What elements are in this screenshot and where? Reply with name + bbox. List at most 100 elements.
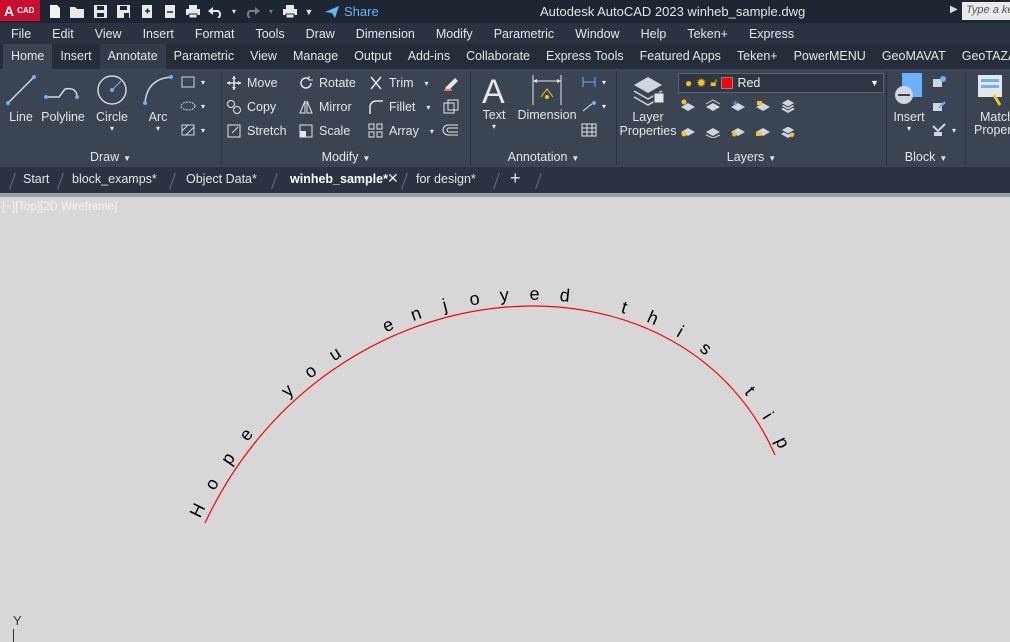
chevron-down-icon[interactable]: ▾: [426, 103, 430, 112]
fillet-button[interactable]: Fillet ▾: [368, 99, 430, 115]
match-properties-button[interactable]: Match Properties: [974, 71, 1010, 137]
open-folder-icon[interactable]: [69, 4, 86, 19]
menu-dimension[interactable]: Dimension: [356, 27, 415, 41]
polyline-tool-button[interactable]: Polyline: [40, 73, 86, 124]
annotation-panel-title[interactable]: Annotation ▼: [471, 150, 616, 164]
menu-window[interactable]: Window: [575, 27, 619, 41]
block-panel-title[interactable]: Block ▼: [887, 150, 965, 164]
chevron-down-icon[interactable]: ▾: [602, 78, 606, 87]
move-button[interactable]: Move: [226, 75, 278, 91]
menu-file[interactable]: File: [11, 27, 31, 41]
menu-view[interactable]: View: [95, 27, 122, 41]
circle-tool-button[interactable]: Circle ▾: [93, 73, 131, 133]
doc-tab-winheb-sample[interactable]: winheb_sample*: [290, 172, 388, 186]
trim-button[interactable]: Trim ▾: [368, 75, 429, 91]
dimension-tool-button[interactable]: Dimension: [515, 71, 579, 122]
copy-button[interactable]: Copy: [226, 99, 276, 115]
block-attributes-button[interactable]: ▾: [931, 123, 956, 137]
explode-button[interactable]: [442, 99, 460, 115]
chevron-down-icon[interactable]: ▾: [201, 78, 205, 87]
chevron-down-icon[interactable]: ▾: [479, 122, 509, 131]
doc-tab-object-data[interactable]: Object Data*: [186, 172, 257, 186]
save-as-icon[interactable]: [115, 4, 132, 19]
new-file-icon[interactable]: [46, 4, 63, 19]
scale-button[interactable]: Scale: [298, 123, 350, 139]
chevron-down-icon[interactable]: ▾: [952, 126, 956, 135]
ribbon-tab-geotaza[interactable]: GeoTAZA: [954, 44, 1010, 69]
save-icon[interactable]: [92, 4, 109, 19]
mirror-button[interactable]: Mirror: [298, 99, 352, 115]
chevron-down-icon[interactable]: ▾: [201, 126, 205, 135]
modify-panel-title[interactable]: Modify ▼: [222, 150, 470, 164]
undo-dropdown-icon[interactable]: ▾: [230, 4, 238, 19]
open-from-web-icon[interactable]: [138, 4, 155, 19]
menu-draw[interactable]: Draw: [306, 27, 335, 41]
erase-button[interactable]: [442, 75, 460, 91]
ribbon-tab-add-ins[interactable]: Add-ins: [400, 44, 458, 69]
doc-tab-start[interactable]: Start: [23, 172, 49, 186]
menu-format[interactable]: Format: [195, 27, 235, 41]
ribbon-tab-output[interactable]: Output: [346, 44, 400, 69]
menu-parametric[interactable]: Parametric: [494, 27, 554, 41]
arc-tool-button[interactable]: Arc ▾: [140, 73, 176, 133]
text-tool-button[interactable]: A Text ▾: [479, 71, 509, 131]
layers-panel-title[interactable]: Layers ▼: [617, 150, 886, 164]
edit-block-button[interactable]: [931, 99, 947, 113]
application-menu-button[interactable]: A CAD: [0, 0, 40, 21]
doc-tab-block-examps[interactable]: block_examps*: [72, 172, 157, 186]
chevron-down-icon[interactable]: ▾: [425, 79, 429, 88]
ribbon-tab-express-tools[interactable]: Express Tools: [538, 44, 632, 69]
new-tab-plus-icon[interactable]: +: [510, 168, 521, 189]
rectangle-tool-button[interactable]: ▾: [180, 75, 205, 89]
redo-dropdown-icon[interactable]: ▾: [267, 4, 275, 19]
menu-edit[interactable]: Edit: [52, 27, 74, 41]
save-to-web-icon[interactable]: [161, 4, 178, 19]
chevron-down-icon[interactable]: ▾: [602, 102, 606, 111]
undo-icon[interactable]: [207, 4, 224, 19]
rotate-button[interactable]: Rotate: [298, 75, 356, 91]
menu-help[interactable]: Help: [641, 27, 667, 41]
draw-panel-title[interactable]: Draw ▼: [0, 150, 221, 164]
table-button[interactable]: [581, 123, 597, 137]
plot-quick-icon[interactable]: [281, 4, 298, 19]
share-button[interactable]: Share: [324, 4, 379, 19]
arc-text-drawing[interactable]: Hopeyoue n j o y e dt histip: [0, 197, 1010, 642]
chevron-down-icon[interactable]: ▾: [140, 124, 176, 133]
search-input[interactable]: Type a keyword or phrase: [962, 2, 1010, 20]
ribbon-tab-geomavat[interactable]: GeoMAVAT: [874, 44, 954, 69]
chevron-down-icon[interactable]: ▾: [430, 127, 434, 136]
menu-insert[interactable]: Insert: [143, 27, 174, 41]
create-block-button[interactable]: [931, 75, 947, 89]
ribbon-tab-featured-apps[interactable]: Featured Apps: [632, 44, 729, 69]
menu-modify[interactable]: Modify: [436, 27, 473, 41]
chevron-down-icon[interactable]: ▾: [93, 124, 131, 133]
doc-tab-for-design[interactable]: for design*: [416, 172, 476, 186]
arc-curve[interactable]: [204, 305, 776, 524]
menu-teken-[interactable]: Teken+: [687, 27, 728, 41]
ribbon-tab-home[interactable]: Home: [3, 44, 53, 69]
line-tool-button[interactable]: Line: [4, 73, 38, 124]
stretch-button[interactable]: Stretch: [226, 123, 287, 139]
ribbon-tab-teken-[interactable]: Teken+: [729, 44, 786, 69]
plot-icon[interactable]: [184, 4, 201, 19]
menu-express[interactable]: Express: [749, 27, 794, 41]
linear-dimension-button[interactable]: ▾: [581, 75, 606, 89]
ribbon-tab-manage[interactable]: Manage: [285, 44, 346, 69]
customize-qat-icon[interactable]: ▼: [304, 4, 314, 19]
insert-block-button[interactable]: Insert ▾: [889, 71, 929, 133]
ribbon-tab-powermenu[interactable]: PowerMENU: [786, 44, 874, 69]
leader-button[interactable]: ▾: [581, 99, 606, 113]
chevron-down-icon[interactable]: ▾: [889, 124, 929, 133]
chevron-down-icon[interactable]: ▾: [201, 102, 205, 111]
ribbon-tab-parametric[interactable]: Parametric: [166, 44, 242, 69]
offset-button[interactable]: [442, 123, 460, 139]
redo-icon[interactable]: [244, 4, 261, 19]
ribbon-tab-annotate[interactable]: Annotate: [99, 44, 166, 69]
chevron-right-icon[interactable]: ▶: [950, 4, 958, 15]
menu-tools[interactable]: Tools: [255, 27, 284, 41]
drawing-canvas[interactable]: [−][Top][2D Wireframe] Hopeyouenjoyedthi…: [0, 197, 1010, 642]
ribbon-tab-insert[interactable]: Insert: [52, 44, 99, 69]
hatch-tool-button[interactable]: ▾: [180, 99, 205, 113]
array-button[interactable]: Array ▾: [368, 123, 434, 139]
close-tab-icon[interactable]: ✕: [387, 170, 399, 187]
